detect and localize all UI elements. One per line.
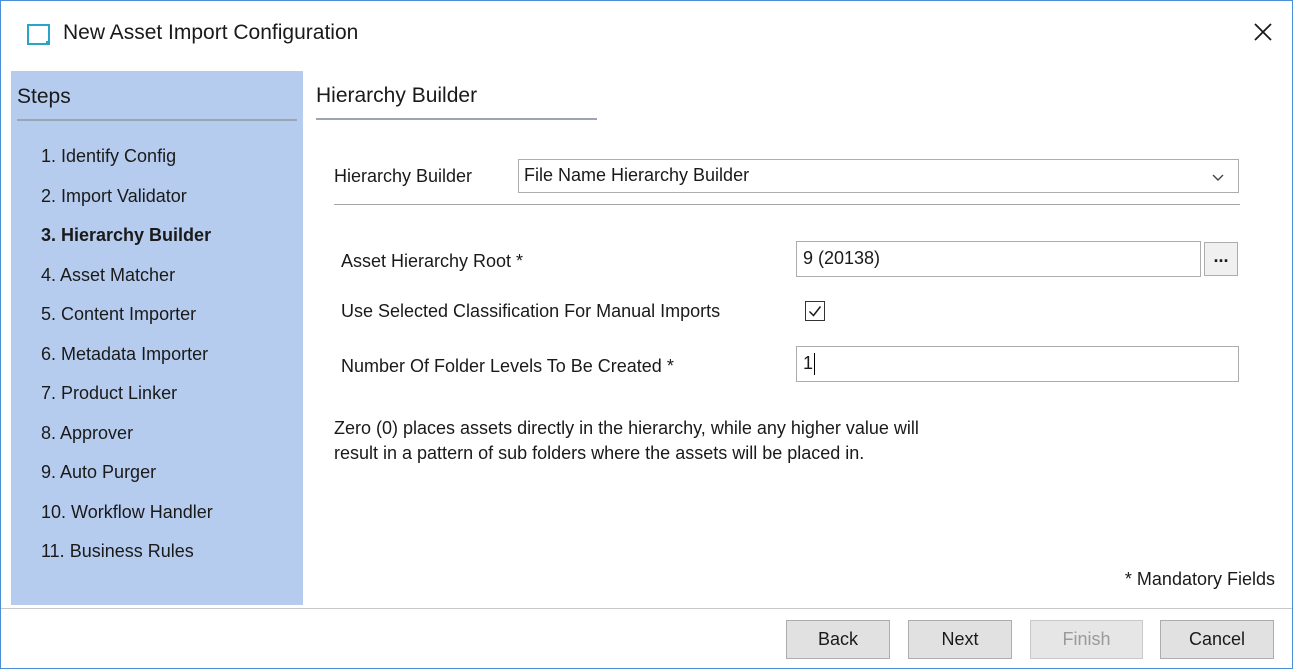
chevron-down-icon — [1212, 174, 1224, 181]
classification-checkbox[interactable] — [805, 301, 825, 321]
hierarchy-builder-select[interactable]: File Name Hierarchy Builder — [518, 159, 1239, 193]
classification-label: Use Selected Classification For Manual I… — [341, 301, 721, 321]
section-title-divider — [316, 118, 597, 120]
browse-button[interactable]: ... — [1204, 242, 1238, 276]
window-title: New Asset Import Configuration — [63, 21, 359, 44]
cancel-button[interactable]: Cancel — [1160, 620, 1274, 659]
sidebar-divider — [17, 119, 297, 121]
asset-hierarchy-root-field[interactable]: 9 (20138) — [796, 241, 1201, 277]
mandatory-fields-note: * Mandatory Fields — [1124, 569, 1275, 589]
step-product-linker[interactable]: 7. Product Linker — [41, 382, 213, 422]
asset-hierarchy-root-label: Asset Hierarchy Root * — [341, 251, 524, 271]
help-text-line-2: result in a pattern of sub folders where… — [334, 443, 865, 463]
hierarchy-builder-value: File Name Hierarchy Builder — [524, 165, 750, 185]
step-approver[interactable]: 8. Approver — [41, 422, 213, 462]
step-asset-matcher[interactable]: 4. Asset Matcher — [41, 264, 213, 304]
step-workflow-handler[interactable]: 10. Workflow Handler — [41, 501, 213, 541]
hierarchy-builder-label: Hierarchy Builder — [334, 166, 473, 186]
app-window-icon — [27, 24, 50, 45]
back-button[interactable]: Back — [786, 620, 890, 659]
sidebar-title: Steps — [17, 85, 71, 108]
step-hierarchy-builder[interactable]: 3. Hierarchy Builder — [41, 224, 213, 264]
folder-levels-label: Number Of Folder Levels To Be Created * — [341, 356, 674, 376]
folder-levels-value: 1 — [803, 353, 814, 373]
section-title: Hierarchy Builder — [316, 84, 478, 107]
next-button[interactable]: Next — [908, 620, 1012, 659]
step-import-validator[interactable]: 2. Import Validator — [41, 185, 213, 225]
title-bar: New Asset Import Configuration — [1, 1, 1292, 67]
finish-button[interactable]: Finish — [1030, 620, 1143, 659]
asset-hierarchy-root-value: 9 (20138) — [803, 248, 881, 268]
folder-levels-field[interactable]: 1 — [796, 346, 1239, 382]
folder-levels-value-wrap: 1 — [803, 353, 816, 375]
text-caret — [814, 353, 816, 375]
step-auto-purger[interactable]: 9. Auto Purger — [41, 461, 213, 501]
help-text-line-1: Zero (0) places assets directly in the h… — [334, 418, 919, 438]
step-metadata-importer[interactable]: 6. Metadata Importer — [41, 343, 213, 383]
help-text: Zero (0) places assets directly in the h… — [334, 416, 1054, 466]
step-content-importer[interactable]: 5. Content Importer — [41, 303, 213, 343]
steps-sidebar: Steps 1. Identify Config 2. Import Valid… — [11, 71, 303, 605]
steps-list: 1. Identify Config 2. Import Validator 3… — [41, 145, 213, 580]
form-divider — [334, 204, 1240, 205]
checkmark-icon — [808, 306, 822, 317]
step-identify-config[interactable]: 1. Identify Config — [41, 145, 213, 185]
footer-divider — [1, 608, 1292, 609]
close-icon[interactable] — [1248, 17, 1278, 47]
step-business-rules[interactable]: 11. Business Rules — [41, 540, 213, 580]
dialog-window: New Asset Import Configuration Steps 1. … — [0, 0, 1293, 669]
